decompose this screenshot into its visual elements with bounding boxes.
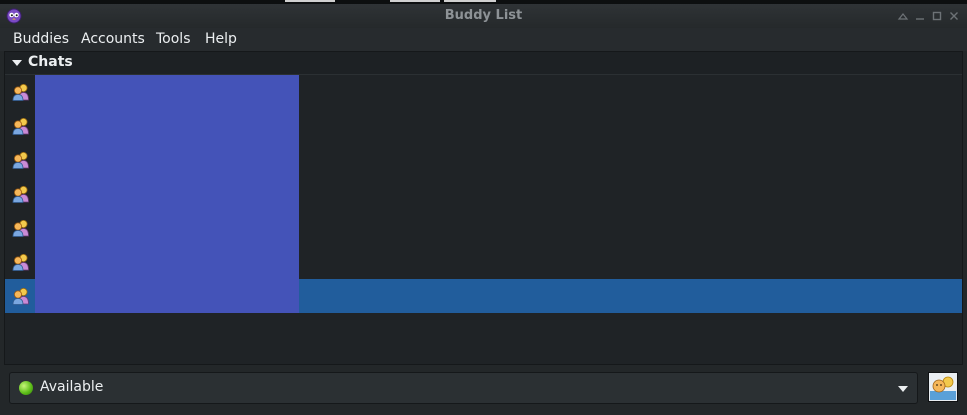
chevron-down-icon[interactable] — [898, 386, 908, 392]
status-label: Available — [40, 379, 104, 395]
maximize-icon[interactable] — [913, 9, 927, 23]
chat-name-redacted — [35, 211, 299, 245]
buddy-list-tree[interactable]: Chats — [4, 51, 963, 365]
window-title: Buddy List — [444, 8, 523, 23]
chat-name-redacted — [35, 109, 299, 143]
buddy-list-window: Buddy List Buddies Accounts Tools Help C… — [0, 0, 967, 415]
restore-icon[interactable] — [930, 9, 944, 23]
chat-people-icon — [12, 185, 30, 203]
buddy-avatar-icon — [929, 373, 957, 401]
chat-people-icon — [12, 83, 30, 101]
chat-row[interactable] — [5, 245, 962, 279]
title-bar[interactable]: Buddy List — [0, 4, 967, 29]
status-selector[interactable]: Available — [9, 372, 918, 404]
chat-row-selected[interactable] — [5, 279, 962, 313]
chat-row[interactable] — [5, 143, 962, 177]
buddy-icon-button[interactable] — [928, 372, 958, 402]
available-status-icon — [19, 381, 33, 395]
menu-accounts[interactable]: Accounts — [81, 31, 145, 47]
menu-bar: Buddies Accounts Tools Help — [0, 28, 967, 51]
chat-people-icon — [12, 253, 30, 271]
group-label: Chats — [28, 54, 73, 70]
chat-people-icon — [12, 287, 30, 305]
chat-name-redacted — [35, 143, 299, 177]
chat-name-redacted — [35, 75, 299, 109]
expander-down-icon[interactable] — [12, 60, 22, 66]
chat-people-icon — [12, 151, 30, 169]
chat-name-redacted — [35, 279, 299, 313]
menu-buddies[interactable]: Buddies — [13, 31, 69, 47]
menu-tools[interactable]: Tools — [156, 31, 191, 47]
chat-name-redacted — [35, 245, 299, 279]
close-icon[interactable] — [947, 9, 961, 23]
group-header-chats[interactable]: Chats — [5, 52, 962, 75]
chat-row[interactable] — [5, 211, 962, 245]
chat-row[interactable] — [5, 75, 962, 109]
status-bar: Available — [0, 365, 967, 415]
chat-name-redacted — [35, 177, 299, 211]
chat-people-icon — [12, 117, 30, 135]
minimize-icon[interactable] — [896, 9, 910, 23]
menu-help[interactable]: Help — [205, 31, 237, 47]
chat-row[interactable] — [5, 109, 962, 143]
chat-people-icon — [12, 219, 30, 237]
chat-row[interactable] — [5, 177, 962, 211]
